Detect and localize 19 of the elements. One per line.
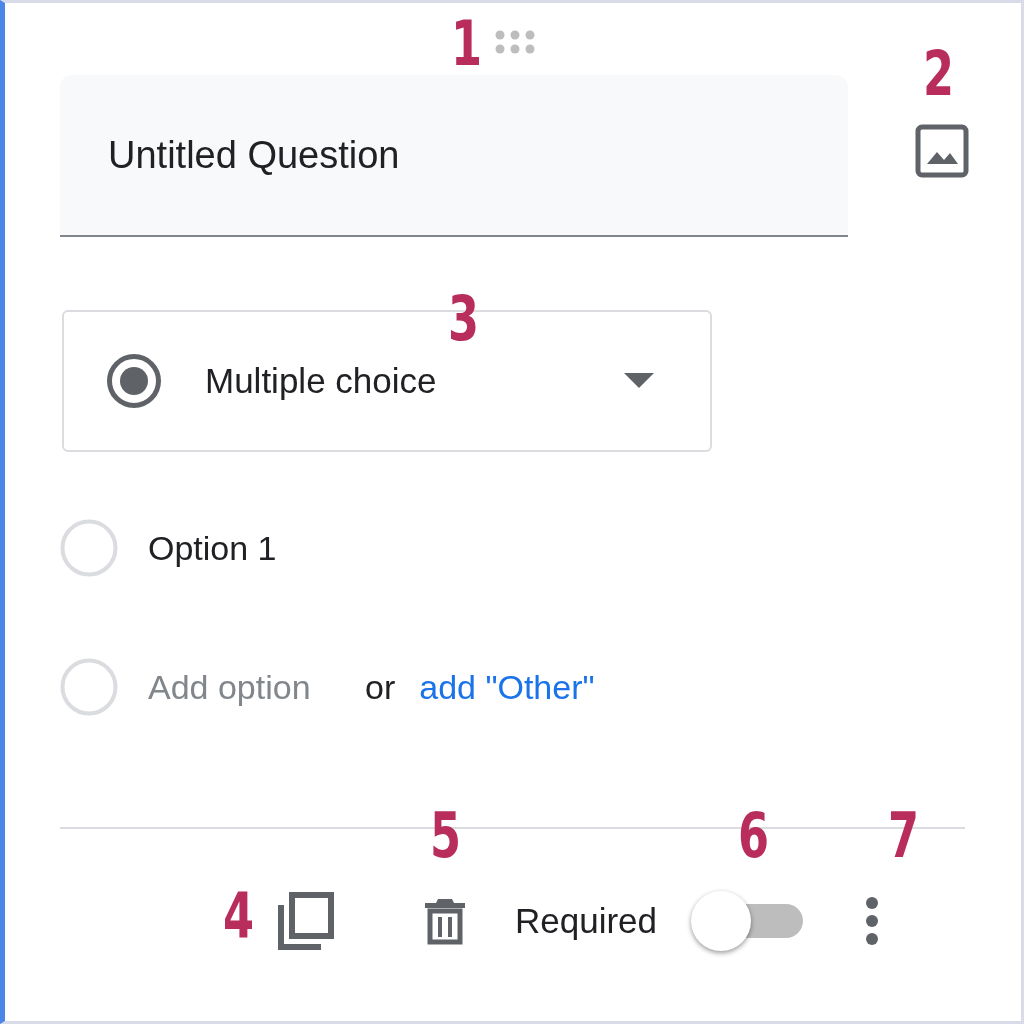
annotation-number: 4 [223, 885, 255, 947]
annotation-number: 2 [923, 43, 955, 105]
annotation-number: 7 [888, 805, 920, 867]
add-other-link[interactable]: add "Other" [419, 667, 595, 707]
radio-button[interactable] [60, 519, 118, 577]
or-text: or [365, 667, 396, 707]
required-label: Required [515, 901, 658, 941]
annotation-number: 1 [451, 13, 483, 75]
question-title-field[interactable]: Untitled Question [60, 75, 848, 237]
option-label[interactable]: Option 1 [148, 528, 277, 568]
radio-button-icon [106, 353, 162, 409]
more-options-icon[interactable] [865, 896, 880, 946]
annotation-number: 6 [738, 805, 770, 867]
annotation-number: 5 [430, 805, 462, 867]
required-toggle[interactable] [691, 889, 804, 953]
trash-icon[interactable] [423, 897, 467, 945]
caret-icon [624, 373, 654, 389]
duplicate-icon[interactable] [275, 891, 335, 951]
image-icon[interactable] [915, 124, 969, 178]
